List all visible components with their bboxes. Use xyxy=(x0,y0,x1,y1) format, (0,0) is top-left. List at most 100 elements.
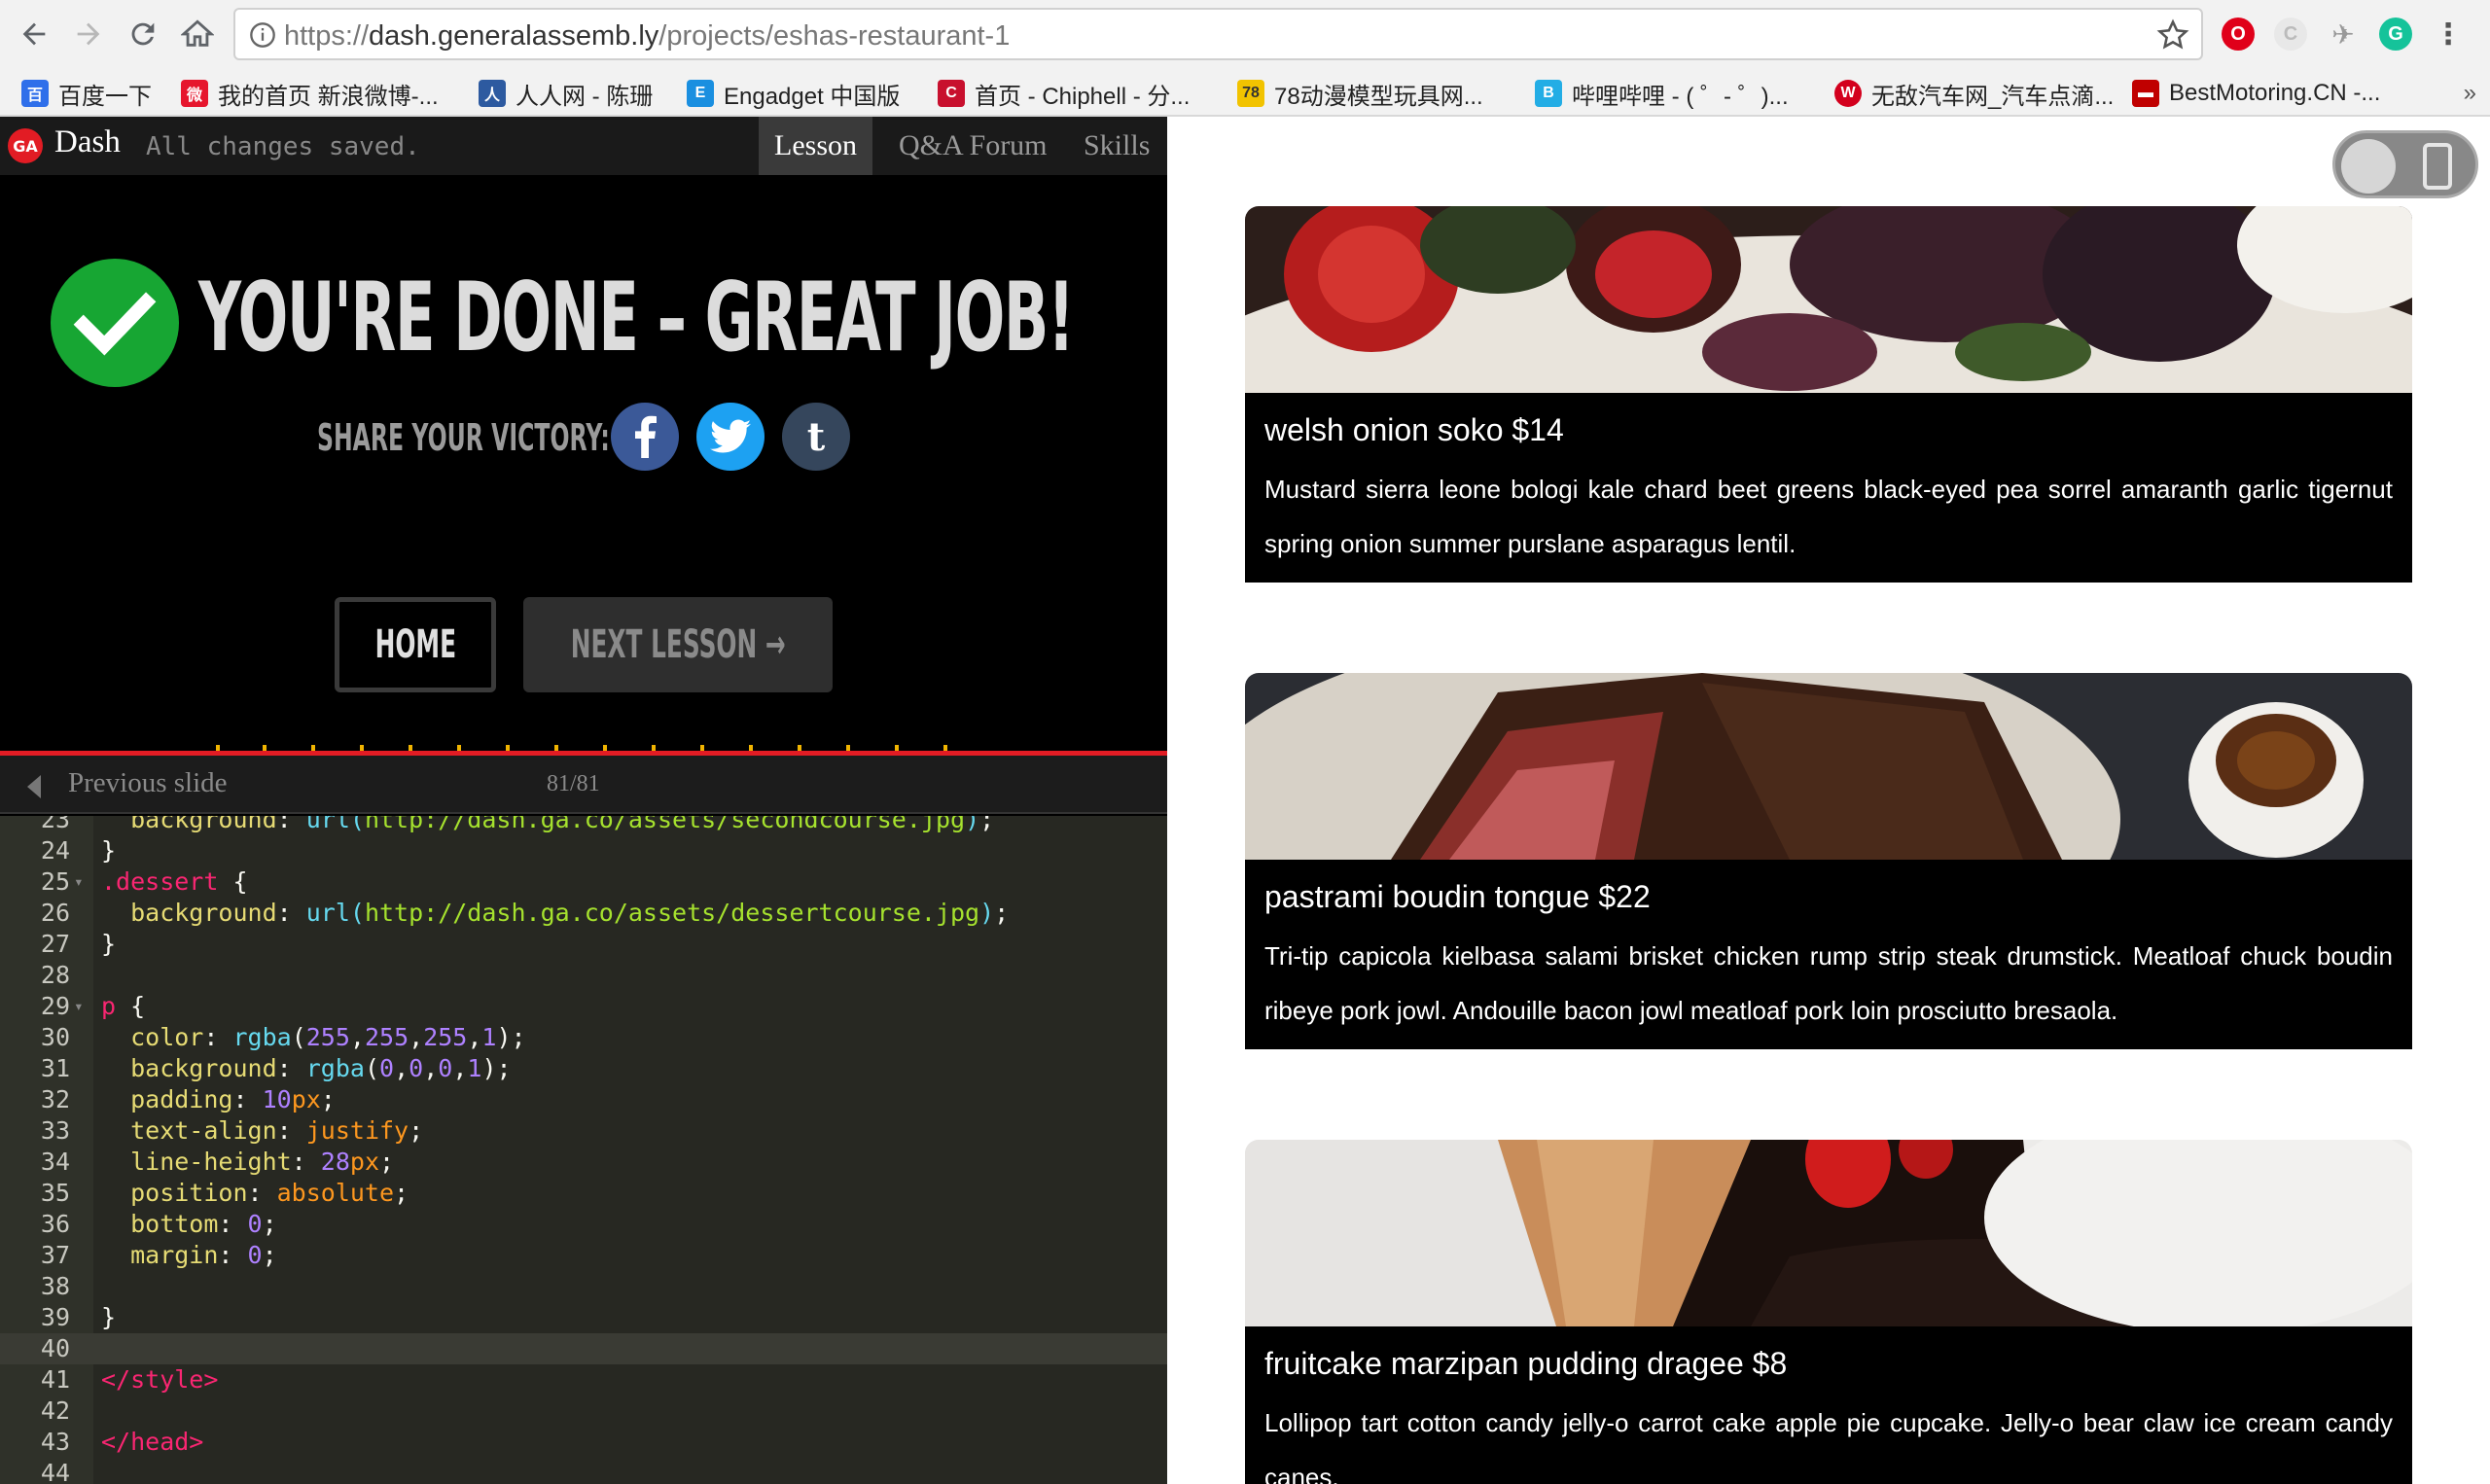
next-lesson-button[interactable]: NEXT LESSON → xyxy=(523,597,833,692)
bookmark-item[interactable]: C 首页 - Chiphell - 分... xyxy=(938,76,1190,111)
reload-icon xyxy=(131,22,155,46)
code-line[interactable]: 31 background: rgba(0,0,0,1); xyxy=(0,1053,1167,1084)
home-button[interactable] xyxy=(175,12,220,56)
code-line[interactable]: 41 </style> xyxy=(0,1364,1167,1396)
line-number: 39 xyxy=(40,1303,70,1331)
progress-tick xyxy=(943,745,947,751)
code-text: </style> xyxy=(101,1365,219,1394)
code-line[interactable]: 29 ▾ p { xyxy=(0,991,1167,1022)
baidu-icon: 百 xyxy=(21,80,49,107)
completion-panel: YOU'RE DONE – GREAT JOB! SHARE YOUR VICT… xyxy=(0,175,1167,749)
code-line[interactable]: 34 line-height: 28px; xyxy=(0,1147,1167,1178)
address-bar[interactable]: https://dash.generalassemb.ly/projects/e… xyxy=(233,8,2203,60)
reload-button[interactable] xyxy=(121,12,165,56)
progress-tick xyxy=(409,745,412,751)
line-number: 42 xyxy=(40,1396,70,1425)
code-text: p { xyxy=(101,992,146,1020)
code-line[interactable]: 35 position: absolute; xyxy=(0,1178,1167,1209)
code-line[interactable]: 32 padding: 10px; xyxy=(0,1084,1167,1115)
ga-logo-icon[interactable]: GA xyxy=(8,128,43,163)
menu-card-body: pastrami boudin tongue $22 Tri-tip capic… xyxy=(1245,860,2412,1049)
grammarly-extension-icon[interactable]: G xyxy=(2379,18,2412,51)
forward-button[interactable] xyxy=(66,12,111,56)
fold-arrow-icon[interactable]: ▾ xyxy=(74,991,84,1022)
code-line[interactable]: 25 ▾ .dessert { xyxy=(0,866,1167,898)
bookmark-star-icon[interactable] xyxy=(2156,18,2189,52)
code-text: color: rgba(255,255,255,1); xyxy=(101,1023,526,1051)
tumblr-icon[interactable]: t xyxy=(782,403,850,471)
progress-tick xyxy=(749,745,753,751)
menu-dots-icon[interactable]: ⋮ xyxy=(2432,18,2465,51)
info-icon[interactable] xyxy=(249,21,276,49)
back-button[interactable] xyxy=(12,12,56,56)
progress-tick xyxy=(506,745,510,751)
code-text: background: rgba(0,0,0,1); xyxy=(101,1054,512,1082)
code-line[interactable]: 30 color: rgba(255,255,255,1); xyxy=(0,1022,1167,1053)
line-number: 24 xyxy=(40,836,70,865)
previous-slide-link[interactable]: Previous slide xyxy=(68,767,228,799)
tab-lesson[interactable]: Lesson xyxy=(759,117,872,175)
dash-title[interactable]: Dash xyxy=(54,124,121,160)
fold-arrow-icon[interactable]: ▾ xyxy=(74,866,84,898)
tab-skills[interactable]: Skills xyxy=(1068,117,1165,175)
code-text: line-height: 28px; xyxy=(101,1148,395,1176)
code-text: margin: 0; xyxy=(101,1241,277,1269)
bookmark-item[interactable]: B 哔哩哔哩 - ( ゜- ゜)... xyxy=(1535,76,1789,111)
line-number: 35 xyxy=(40,1179,70,1207)
bookmark-item[interactable]: W 无敌汽车网_汽车点滴... xyxy=(1834,76,2114,111)
line-number: 34 xyxy=(40,1148,70,1176)
lesson-pane: GA Dash All changes saved. Lesson Q&A Fo… xyxy=(0,117,1167,1484)
more-bookmarks-icon[interactable]: » xyxy=(2464,80,2476,107)
code-line[interactable]: 39} xyxy=(0,1302,1167,1333)
line-number: 40 xyxy=(40,1334,70,1362)
code-line[interactable]: 26 background: url(http://dash.ga.co/ass… xyxy=(0,898,1167,929)
code-line[interactable]: 37 margin: 0; xyxy=(0,1240,1167,1271)
chiphell-icon: C xyxy=(938,80,965,107)
code-line[interactable]: 44 xyxy=(0,1458,1167,1484)
bookmark-item[interactable]: 百百度一下 xyxy=(21,76,152,111)
code-line[interactable]: 38 xyxy=(0,1271,1167,1302)
bookmark-item[interactable]: E Engadget 中国版 xyxy=(687,76,900,111)
code-line[interactable]: 42 xyxy=(0,1396,1167,1427)
line-number: 36 xyxy=(40,1210,70,1238)
code-line[interactable]: 28 xyxy=(0,960,1167,991)
grey-extension-icon[interactable]: C xyxy=(2274,18,2307,51)
progress-tick xyxy=(216,745,220,751)
swallow-extension-icon[interactable]: ✈ xyxy=(2327,18,2360,51)
dish-description: Mustard sierra leone bologi kale chard b… xyxy=(1264,475,2393,558)
progress-tick xyxy=(311,745,315,751)
bookmark-item[interactable]: 人人人网 - 陈珊 xyxy=(479,76,653,111)
code-line[interactable]: 24} xyxy=(0,835,1167,866)
line-number: 38 xyxy=(40,1272,70,1300)
line-number: 33 xyxy=(40,1116,70,1145)
code-line[interactable]: 27} xyxy=(0,929,1167,960)
previous-arrow-icon[interactable] xyxy=(27,775,41,798)
bookmark-item[interactable]: 78 78动漫模型玩具网... xyxy=(1237,76,1483,111)
code-line[interactable]: 36 bottom: 0; xyxy=(0,1209,1167,1240)
bookmark-item[interactable]: ▬ BestMotoring.CN -... xyxy=(2132,76,2380,111)
dash-header: GA Dash All changes saved. Lesson Q&A Fo… xyxy=(0,117,1167,175)
code-text: position: absolute; xyxy=(101,1179,409,1207)
dish-name: fruitcake marzipan pudding dragee $8 xyxy=(1264,1346,1788,1381)
twitter-icon[interactable] xyxy=(696,403,765,471)
home-link-button[interactable]: HOME xyxy=(335,597,496,692)
code-line[interactable]: 43 </head> xyxy=(0,1427,1167,1458)
code-line[interactable]: 40 xyxy=(0,1333,1167,1364)
code-line[interactable]: 23 background: url(http://dash.ga.co/ass… xyxy=(0,816,1167,835)
mobile-view-toggle[interactable] xyxy=(2332,130,2478,198)
opera-extension-icon[interactable]: O xyxy=(2222,18,2255,51)
facebook-icon[interactable] xyxy=(611,403,679,471)
code-editor[interactable]: 23 background: url(http://dash.ga.co/ass… xyxy=(0,816,1167,1484)
browser-toolbar: https://dash.generalassemb.ly/projects/e… xyxy=(0,0,2490,70)
progress-tick xyxy=(895,745,899,751)
line-number: 28 xyxy=(40,961,70,989)
dish-description: Tri-tip capicola kielbasa salami brisket… xyxy=(1264,941,2393,1025)
code-line[interactable]: 33 text-align: justify; xyxy=(0,1115,1167,1147)
line-number: 25 xyxy=(40,867,70,896)
tab-qa-forum[interactable]: Q&A Forum xyxy=(883,117,1063,175)
slide-counter: 81/81 xyxy=(547,771,600,796)
progress-tick xyxy=(603,745,607,751)
progress-tick xyxy=(263,745,267,751)
forward-arrow-icon xyxy=(77,22,100,46)
bookmark-item[interactable]: 微我的首页 新浪微博-... xyxy=(181,76,439,111)
